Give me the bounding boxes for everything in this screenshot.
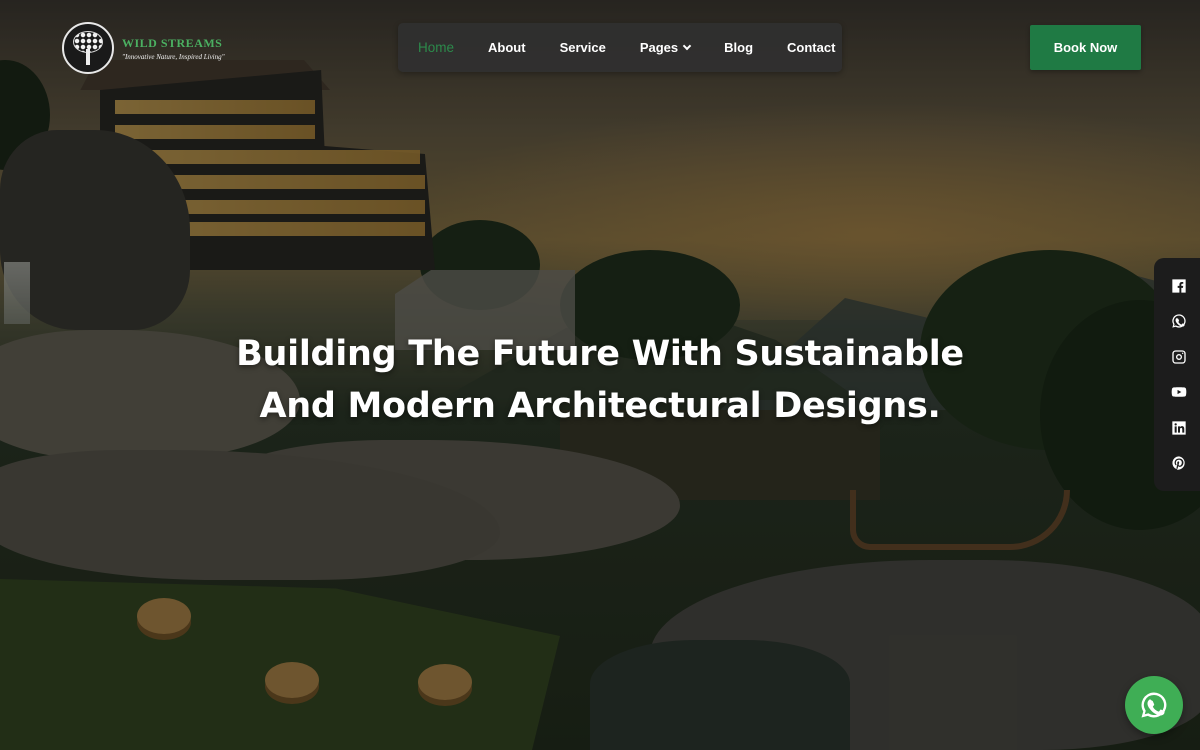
nav-service-label: Service	[559, 40, 606, 55]
linkedin-icon[interactable]	[1171, 420, 1187, 436]
nav-about-label: About	[488, 40, 526, 55]
nav-service[interactable]: Service	[543, 40, 623, 55]
brand-name: WILD STREAMS	[122, 35, 223, 50]
logo-text: WILD STREAMS "Innovative Nature, Inspire…	[122, 36, 225, 61]
instagram-icon[interactable]	[1171, 349, 1187, 365]
chevron-down-icon	[682, 41, 692, 51]
hero-heading-line-2: And Modern Architectural Designs.	[259, 386, 941, 426]
nav-blog-label: Blog	[724, 40, 754, 55]
youtube-icon[interactable]	[1171, 384, 1187, 400]
nav-home[interactable]: Home	[418, 40, 471, 55]
book-now-button[interactable]: Book Now	[1030, 25, 1141, 70]
whatsapp-icon	[1141, 692, 1167, 718]
site-logo[interactable]: WILD STREAMS "Innovative Nature, Inspire…	[62, 22, 225, 74]
tree-logo-icon	[62, 22, 114, 74]
brand-tagline: "Innovative Nature, Inspired Living"	[122, 52, 225, 61]
pinterest-icon[interactable]	[1171, 455, 1187, 471]
nav-pages-label: Pages	[639, 40, 679, 55]
nav-contact-label: Contact	[787, 40, 836, 55]
social-sidebar	[1154, 258, 1200, 491]
nav-contact[interactable]: Contact	[770, 40, 852, 55]
hero-heading: Building The Future With Sustainable And…	[200, 328, 1000, 432]
hero-heading-line-1: Building The Future With Sustainable	[236, 334, 964, 374]
nav-blog[interactable]: Blog	[707, 40, 770, 55]
nav-about[interactable]: About	[471, 40, 543, 55]
nav-pages-dropdown[interactable]: Pages	[623, 40, 707, 55]
main-navigation: Home About Service Pages Blog Contact	[398, 23, 842, 72]
whatsapp-chat-button[interactable]	[1125, 676, 1183, 734]
whatsapp-icon[interactable]	[1171, 313, 1187, 329]
facebook-icon[interactable]	[1171, 278, 1187, 294]
nav-home-label: Home	[418, 40, 455, 55]
